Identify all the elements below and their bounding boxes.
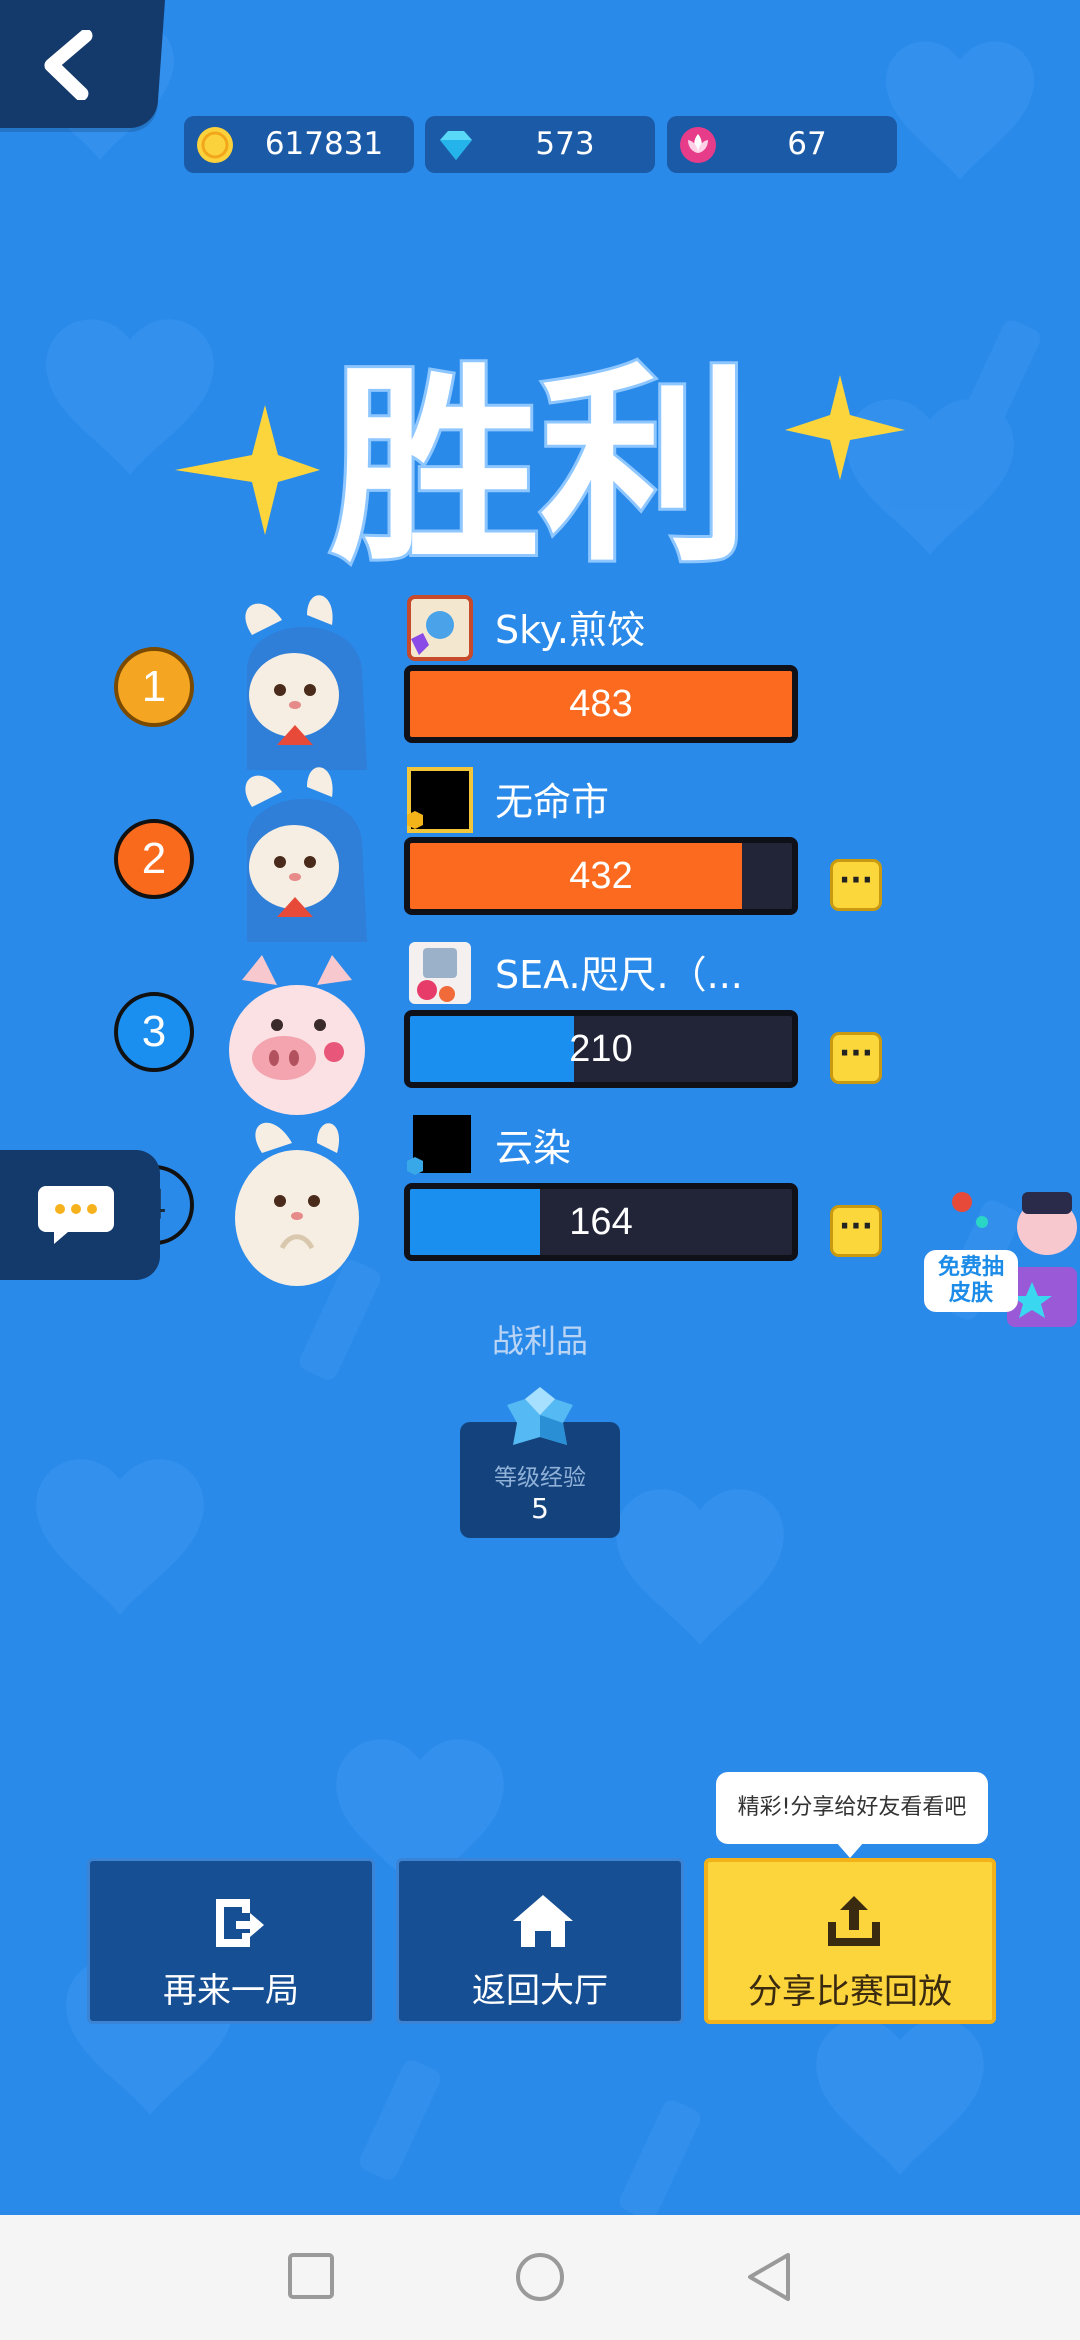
player-frame-icon: [407, 767, 473, 833]
score-value: 432: [569, 855, 633, 897]
rabbit-avatar-icon: [235, 1122, 359, 1286]
more-options-button[interactable]: ···: [830, 859, 882, 911]
share-tooltip-text: 精彩!分享给好友看看吧: [737, 1795, 967, 1820]
home-icon: [513, 1895, 573, 1947]
rank-badge: 3: [114, 992, 194, 1072]
play-again-button[interactable]: 再来一局: [87, 1858, 375, 2024]
back-arrow-icon: [44, 30, 93, 100]
more-options-button[interactable]: ···: [830, 1032, 882, 1084]
lotus-counter: 67: [667, 116, 897, 173]
more-options-button[interactable]: ···: [830, 1205, 882, 1257]
player-name: SEA.咫尺.（...: [495, 953, 743, 997]
sparkle-right-icon: [785, 375, 905, 480]
player-row: 3 SEA.咫尺.（... 210 ···: [0, 940, 1080, 1115]
recent-apps-icon[interactable]: [286, 2251, 336, 2301]
system-navigation-bar: [0, 2215, 1080, 2340]
spoils-title: 战利品: [491, 1322, 588, 1360]
home-circle-icon[interactable]: [514, 2251, 566, 2303]
player-frame-icon: [407, 1115, 471, 1175]
chat-bubble-icon: [38, 1186, 114, 1244]
score-value: 164: [569, 1201, 633, 1243]
exp-crystal-icon: [507, 1387, 573, 1445]
back-triangle-icon[interactable]: [744, 2251, 794, 2303]
rank-badge: 1: [114, 647, 194, 727]
lotus-icon: [680, 127, 716, 163]
rabbit-avatar-icon: [245, 595, 367, 770]
score-bar: 432: [404, 837, 798, 915]
free-skin-label[interactable]: 免费抽 皮肤: [924, 1250, 1018, 1312]
player-name: 无命市: [495, 780, 610, 824]
spoils-item-label: 等级经验: [494, 1465, 586, 1491]
player-row: 4 云染 164 ···: [0, 1113, 1080, 1286]
rabbit-avatar-icon: [245, 767, 367, 942]
victory-title-text: 胜利: [330, 345, 750, 580]
score-bar: 483: [404, 665, 798, 743]
score-bar: 210: [404, 1010, 798, 1088]
player-name: Sky.煎饺: [495, 608, 645, 652]
share-replay-button[interactable]: 分享比赛回放: [704, 1858, 996, 2024]
pig-avatar-icon: [229, 955, 365, 1115]
score-value: 483: [569, 683, 633, 725]
diamond-value: 573: [535, 126, 595, 162]
player-name: 云染: [495, 1126, 572, 1170]
player-row: 1 Sky.煎饺 483: [0, 595, 1080, 770]
replay-icon: [216, 1899, 264, 1947]
back-button[interactable]: [0, 0, 166, 128]
share-icon: [828, 1896, 880, 1946]
rank-badge: 2: [114, 819, 194, 899]
tooltip-tail: [836, 1842, 864, 1858]
share-tooltip: 精彩!分享给好友看看吧: [716, 1772, 988, 1858]
diamond-icon: [440, 131, 472, 160]
diamond-counter: 573: [425, 116, 655, 173]
free-skin-label-line2: 皮肤: [948, 1281, 993, 1306]
lotus-value: 67: [787, 126, 827, 162]
gold-coin-icon: [197, 127, 233, 163]
player-frame-icon: [409, 942, 471, 1004]
play-again-label: 再来一局: [163, 1971, 299, 2011]
sparkle-left-icon: [175, 405, 320, 535]
gold-coin-value: 617831: [264, 126, 384, 162]
player-row: 2 无命市 432 ···: [0, 767, 1080, 942]
score-bar: 164: [404, 1183, 798, 1261]
victory-title: 胜利: [175, 342, 905, 580]
chat-button[interactable]: [0, 1150, 160, 1280]
spoils-item-value: 5: [531, 1492, 549, 1525]
share-replay-label: 分享比赛回放: [748, 1972, 952, 2012]
return-lobby-label: 返回大厅: [472, 1971, 608, 2011]
return-lobby-button[interactable]: 返回大厅: [396, 1858, 684, 2024]
player-frame-icon: [407, 595, 473, 661]
score-value: 210: [569, 1028, 633, 1070]
free-skin-label-line1: 免费抽: [937, 1255, 1004, 1280]
gold-coin-counter: 617831: [184, 116, 414, 173]
